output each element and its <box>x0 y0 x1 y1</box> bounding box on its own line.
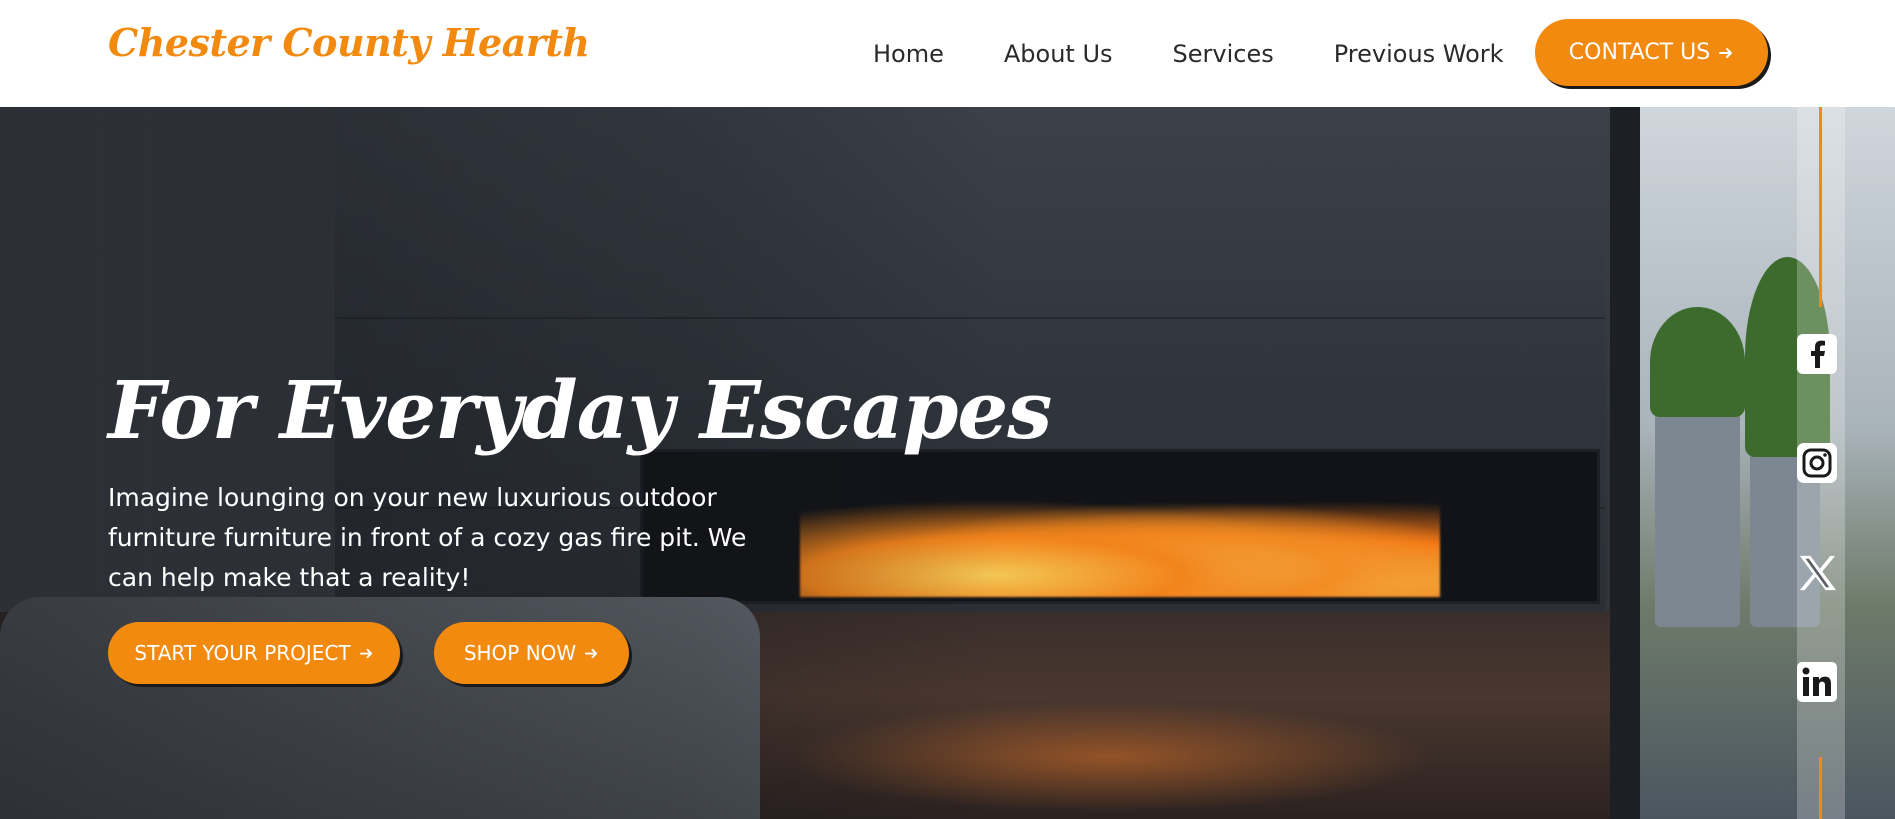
hero-content: For Everyday Escapes Imagine lounging on… <box>0 107 1895 819</box>
arrow-right-icon <box>1719 47 1733 58</box>
instagram-link[interactable] <box>1797 443 1837 483</box>
contact-us-button[interactable]: CONTACT US <box>1535 19 1768 86</box>
start-your-project-button[interactable]: START YOUR PROJECT <box>108 622 400 684</box>
x-link[interactable] <box>1797 553 1837 593</box>
arrow-right-icon <box>359 648 372 658</box>
nav-previous-work[interactable]: Previous Work <box>1334 40 1504 68</box>
start-your-project-label: START YOUR PROJECT <box>134 641 351 665</box>
hero-subtext: Imagine lounging on your new luxurious o… <box>108 483 747 592</box>
instagram-icon <box>1797 443 1837 483</box>
rail-accent-line <box>1819 757 1822 819</box>
site-logo[interactable]: Chester County Hearth <box>108 20 590 65</box>
rail-accent-line <box>1819 107 1822 307</box>
shop-now-button[interactable]: SHOP NOW <box>434 622 629 684</box>
hero-section: For Everyday Escapes Imagine lounging on… <box>0 107 1895 819</box>
facebook-icon <box>1797 334 1837 374</box>
linkedin-icon <box>1797 662 1837 702</box>
nav-about-us[interactable]: About Us <box>1004 40 1113 68</box>
linkedin-link[interactable] <box>1797 662 1837 702</box>
x-icon <box>1799 555 1837 591</box>
nav-services[interactable]: Services <box>1173 40 1274 68</box>
facebook-link[interactable] <box>1797 334 1837 374</box>
nav-home[interactable]: Home <box>873 40 944 68</box>
site-header: Chester County Hearth Home About Us Serv… <box>0 0 1895 107</box>
main-nav: Home About Us Services Previous Work <box>873 37 1504 71</box>
arrow-right-icon <box>585 648 598 658</box>
shop-now-label: SHOP NOW <box>463 641 577 665</box>
hero-headline: For Everyday Escapes <box>108 363 1052 457</box>
contact-us-label: CONTACT US <box>1568 40 1711 65</box>
